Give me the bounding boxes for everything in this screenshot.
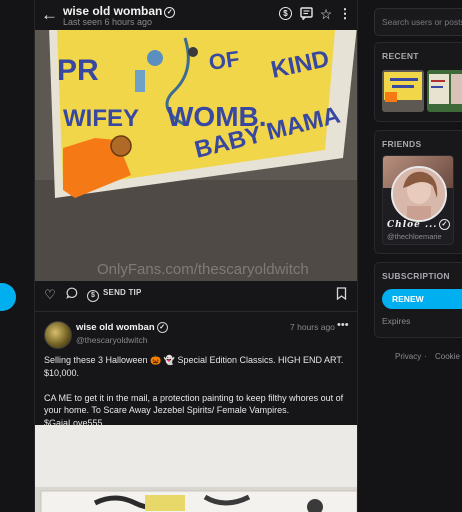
last-seen-status: Last seen 6 hours ago xyxy=(63,17,153,27)
painting-word-pr: PR xyxy=(57,54,99,87)
like-button[interactable]: ♡ xyxy=(42,287,58,303)
post-image[interactable] xyxy=(35,425,357,512)
post-image[interactable]: PR OF KIND WIFEY WOMB. BABY MAMA OnlyFan… xyxy=(35,30,357,281)
friends-card: FRIENDS Chloe ... ✓ @thechloemarie xyxy=(374,130,462,254)
painting-word-wifey: WIFEY xyxy=(63,105,139,132)
dollar-icon: $ xyxy=(279,7,292,20)
more-options-button[interactable]: ⋮ xyxy=(338,7,352,21)
new-post-button[interactable] xyxy=(0,283,16,311)
left-gutter xyxy=(0,0,34,512)
star-icon: ☆ xyxy=(319,6,333,22)
friend-name: Chloe ... ✓ xyxy=(387,219,451,230)
friends-title: FRIENDS xyxy=(382,139,422,149)
expires-label: Expires xyxy=(382,316,411,326)
painting-word-of: OF xyxy=(207,46,241,75)
subscription-title: SUBSCRIPTION xyxy=(382,271,450,281)
post-author-handle[interactable]: @thescaryoldwitch xyxy=(76,335,147,345)
profile-name[interactable]: wise old womban ✓ xyxy=(63,4,176,18)
friend-handle: @thechloemarie xyxy=(387,232,442,241)
favorite-star-button[interactable]: ☆ xyxy=(319,7,333,21)
comment-button[interactable] xyxy=(64,287,80,303)
message-button[interactable] xyxy=(299,7,313,21)
post-text-paragraph: Selling these 3 Halloween 🎃 👻 Special Ed… xyxy=(44,355,344,378)
recent-thumbnail[interactable] xyxy=(382,70,424,112)
bookmark-button[interactable] xyxy=(333,287,349,303)
verified-badge-icon: ✓ xyxy=(164,7,176,18)
search-input[interactable]: Search users or posts xyxy=(374,8,462,36)
subscription-card: SUBSCRIPTION RENEW Expires xyxy=(374,262,462,338)
profile-header: ← wise old womban ✓ Last seen 6 hours ago… xyxy=(35,0,357,30)
tip-dollar-button[interactable]: $ xyxy=(279,7,293,21)
verified-badge-icon: ✓ xyxy=(156,322,168,333)
post-text-paragraph: CA ME to get it in the mail, a protectio… xyxy=(44,392,344,428)
send-tip-button[interactable]: $ SEND TIP xyxy=(87,288,142,302)
message-icon xyxy=(299,7,313,21)
dollar-icon: $ xyxy=(87,290,99,302)
post-author-name[interactable]: wise old womban ✓ xyxy=(76,322,168,333)
recent-card: RECENT xyxy=(374,42,462,122)
recent-title: RECENT xyxy=(382,51,419,61)
verified-badge-icon: ✓ xyxy=(439,219,451,230)
back-arrow-icon[interactable]: ← xyxy=(41,6,59,24)
thumbnail-image xyxy=(427,70,462,112)
post-divider xyxy=(35,311,357,312)
post-more-icon[interactable]: ••• xyxy=(337,319,349,331)
cookie-notice-link[interactable]: Cookie N xyxy=(435,352,462,361)
painting-artwork xyxy=(35,425,357,512)
avatar[interactable] xyxy=(44,321,72,349)
renew-button[interactable]: RENEW xyxy=(382,289,462,309)
painting-artwork: PR OF KIND WIFEY WOMB. BABY MAMA OnlyFan… xyxy=(35,30,357,281)
more-icon: ⋮ xyxy=(338,6,352,21)
image-watermark: OnlyFans.com/thescaryoldwitch xyxy=(97,261,309,278)
thumbnail-image xyxy=(382,70,424,112)
heart-icon: ♡ xyxy=(44,287,56,302)
friend-card[interactable]: Chloe ... ✓ @thechloemarie xyxy=(382,155,454,245)
comment-icon xyxy=(66,287,78,299)
right-sidebar: Search users or posts RECENT FRIENDS Chl… xyxy=(368,0,462,512)
recent-thumbnail[interactable] xyxy=(427,70,462,112)
post-actions: ♡ $ SEND TIP xyxy=(35,283,357,307)
post-timestamp: 7 hours ago xyxy=(290,322,335,332)
bookmark-icon xyxy=(336,287,346,301)
privacy-link[interactable]: Privacy xyxy=(395,352,421,361)
post-feed: ← wise old womban ✓ Last seen 6 hours ago… xyxy=(34,0,358,512)
friend-avatar[interactable] xyxy=(391,166,447,222)
avatar-image xyxy=(393,168,445,220)
footer-separator: · xyxy=(424,352,427,361)
